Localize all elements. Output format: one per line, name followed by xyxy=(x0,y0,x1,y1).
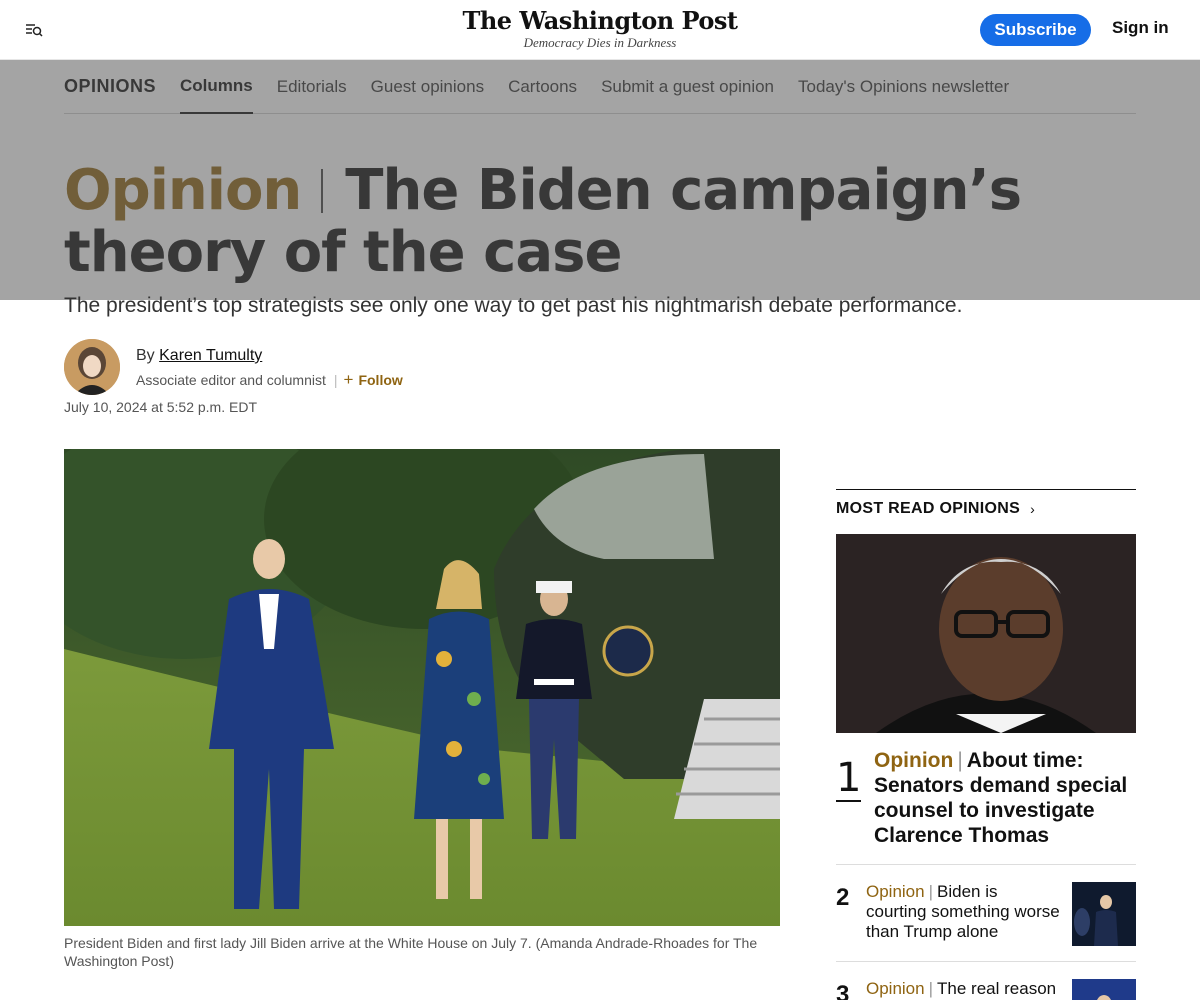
story-kicker: Opinion xyxy=(874,749,954,772)
story-thumbnail[interactable] xyxy=(1072,979,1136,1000)
story-title[interactable]: Opinion | The real reason xyxy=(866,979,1062,999)
article-headline: Opinion The Biden campaign’s theory of th… xyxy=(64,160,1064,284)
plus-icon: + xyxy=(343,370,354,389)
nav-item-guest-opinions[interactable]: Guest opinions xyxy=(371,60,484,114)
publish-date: July 10, 2024 at 5:52 p.m. EDT xyxy=(64,399,257,415)
author-avatar[interactable] xyxy=(64,339,120,395)
story-title[interactable]: Opinion | About time: Senators demand spec… xyxy=(874,748,1136,848)
byline-prefix: By xyxy=(136,347,155,364)
most-read-sidebar: MOST READ OPINIONS › 1 Opinion | About tim… xyxy=(836,489,1136,1000)
byline: By Karen Tumulty xyxy=(136,347,262,365)
nav-item-submit-guest-opinion[interactable]: Submit a guest opinion xyxy=(601,60,774,114)
follow-label: Follow xyxy=(358,372,403,388)
most-read-item-2[interactable]: 2 Opinion | Biden is courting something wo… xyxy=(836,882,1136,962)
story-kicker: Opinion xyxy=(866,979,925,998)
nav-item-newsletter[interactable]: Today's Opinions newsletter xyxy=(798,60,1009,114)
rank-number: 2 xyxy=(836,884,850,911)
divider: | xyxy=(928,979,934,998)
section-nav: OPINIONS Columns Editorials Guest opinio… xyxy=(0,60,1200,120)
story-headline: The real reason xyxy=(937,979,1057,998)
most-read-item-1[interactable]: 1 Opinion | About time: Senators demand sp… xyxy=(836,748,1136,865)
divider: | xyxy=(957,749,963,772)
article-hero-image[interactable] xyxy=(64,449,780,926)
story-kicker: Opinion xyxy=(866,882,925,901)
sign-in-link[interactable]: Sign in xyxy=(1112,18,1169,38)
story-thumbnail[interactable] xyxy=(1072,882,1136,946)
story-title[interactable]: Opinion | Biden is courting something wors… xyxy=(866,882,1062,942)
headline-kicker: Opinion xyxy=(64,158,302,223)
most-read-item-3[interactable]: 3 Opinion | The real reason xyxy=(836,979,1136,1000)
chevron-right-icon: › xyxy=(1030,501,1036,517)
subscribe-button[interactable]: Subscribe xyxy=(980,14,1091,46)
section-title[interactable]: OPINIONS xyxy=(64,76,156,97)
most-read-heading-label: MOST READ OPINIONS xyxy=(836,500,1021,517)
rank-number: 1 xyxy=(836,755,862,802)
rank-number: 3 xyxy=(836,981,850,1000)
nav-item-editorials[interactable]: Editorials xyxy=(277,60,347,114)
most-read-heading[interactable]: MOST READ OPINIONS › xyxy=(836,489,1136,518)
top-story-image[interactable] xyxy=(836,534,1136,733)
author-name-link[interactable]: Karen Tumulty xyxy=(159,347,262,364)
nav-item-cartoons[interactable]: Cartoons xyxy=(508,60,577,114)
image-caption: President Biden and first lady Jill Bide… xyxy=(64,935,758,969)
author-role-row: Associate editor and columnist | + Follo… xyxy=(136,370,403,390)
nav-item-columns[interactable]: Columns xyxy=(180,60,253,114)
divider: | xyxy=(928,882,934,901)
kicker-divider xyxy=(321,169,324,213)
follow-button[interactable]: + Follow xyxy=(344,370,403,390)
divider: | xyxy=(333,372,338,388)
site-header: The Washington Post Democracy Dies in Da… xyxy=(0,0,1200,60)
article-dek: The president’s top strategists see only… xyxy=(64,294,963,317)
author-role: Associate editor and columnist xyxy=(136,372,326,388)
